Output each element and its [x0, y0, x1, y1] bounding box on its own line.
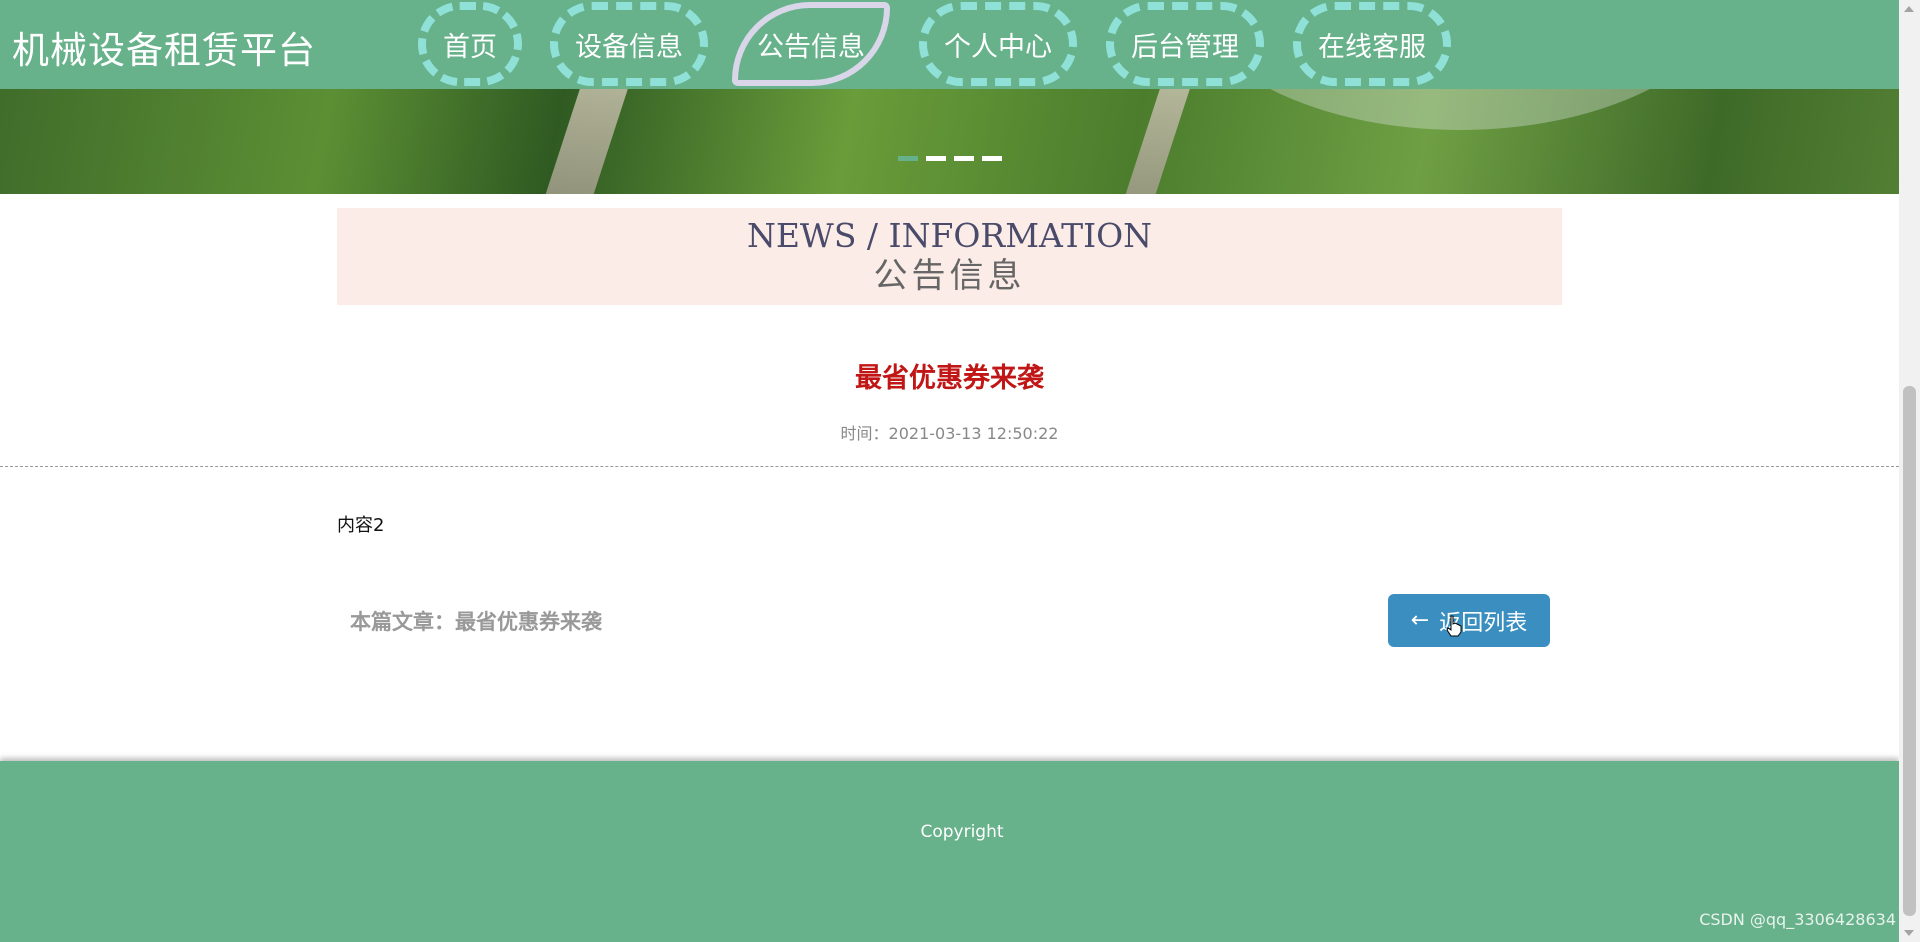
scroll-thumb[interactable]: [1903, 386, 1916, 916]
navbar: 机械设备租赁平台 首页 设备信息 公告信息 个人中心 后台管理 在线客服: [0, 0, 1899, 89]
article-content: 内容2: [337, 515, 385, 536]
divider: [0, 466, 1899, 467]
article-title: 最省优惠券来袭: [855, 363, 1044, 394]
nav-item-announcements[interactable]: 公告信息: [732, 2, 890, 86]
nav-item-online-service[interactable]: 在线客服: [1293, 2, 1451, 86]
section-title-cn: 公告信息: [873, 256, 1026, 296]
nav-item-admin[interactable]: 后台管理: [1106, 2, 1264, 86]
nav-item-personal-center[interactable]: 个人中心: [919, 2, 1077, 86]
site-logo[interactable]: 机械设备租赁平台: [12, 20, 316, 74]
section-title-box: NEWS / INFORMATION 公告信息: [337, 208, 1562, 305]
scroll-up-icon[interactable]: [1904, 6, 1914, 12]
nav-item-home[interactable]: 首页: [418, 2, 522, 86]
carousel-dot-4[interactable]: [982, 156, 1002, 161]
article-time: 时间：2021-03-13 12:50:22: [840, 424, 1059, 443]
page: 机械设备租赁平台 首页 设备信息 公告信息 个人中心 后台管理 在线客服 NEW…: [0, 0, 1920, 942]
carousel-indicators: [898, 156, 1002, 161]
banner-path: [1117, 80, 1193, 194]
hand-cursor-icon: [1446, 615, 1462, 637]
nav-item-equipment[interactable]: 设备信息: [550, 2, 708, 86]
section-title-en: NEWS / INFORMATION: [746, 216, 1153, 255]
watermark: CSDN @qq_3306428634: [1699, 910, 1896, 929]
scroll-down-icon[interactable]: [1904, 930, 1914, 936]
banner-path: [537, 80, 631, 194]
current-article-label: 本篇文章：最省优惠券来袭: [350, 610, 602, 634]
back-to-list-button[interactable]: ← 返回列表: [1388, 594, 1550, 647]
vertical-scrollbar[interactable]: [1899, 0, 1920, 942]
arrow-left-icon: ←: [1410, 608, 1430, 633]
footer-copyright: Copyright: [920, 822, 1004, 842]
footer: [0, 761, 1899, 942]
carousel-dot-3[interactable]: [954, 156, 974, 161]
carousel-dot-1[interactable]: [898, 156, 918, 161]
carousel-dot-2[interactable]: [926, 156, 946, 161]
